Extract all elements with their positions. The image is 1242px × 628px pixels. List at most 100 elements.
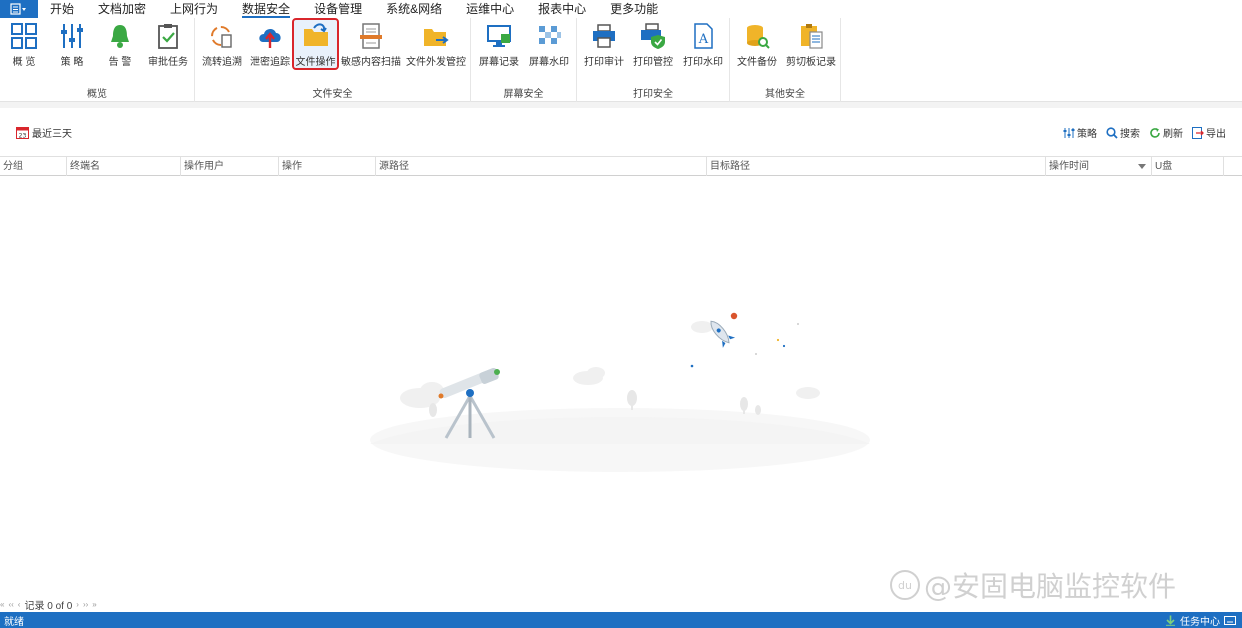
sensitive-scan-label: 敏感内容扫描 (341, 57, 401, 68)
flow-trace-label: 流转追溯 (202, 57, 242, 68)
tab-more-features[interactable]: 更多功能 (598, 0, 670, 18)
print-audit-button[interactable]: 打印审计 (582, 22, 626, 68)
date-filter-label: 最近三天 (32, 129, 72, 140)
screen-watermark-button[interactable]: 屏幕水印 (526, 22, 572, 68)
print-audit-label: 打印审计 (584, 57, 624, 68)
tab-system-network[interactable]: 系统&网络 (374, 0, 454, 18)
refresh-label: 刷新 (1163, 129, 1183, 140)
file-outbound-control-label: 文件外发管控 (406, 57, 466, 68)
sensitive-scan-button[interactable]: 敏感内容扫描 (340, 22, 402, 68)
column-header-operation-time[interactable]: 操作时间 (1046, 157, 1152, 176)
empty-state-illustration (370, 312, 870, 472)
sort-dropdown-icon[interactable] (1138, 164, 1146, 169)
strategy-label: 策 略 (60, 57, 84, 68)
folder-send-icon (421, 22, 451, 50)
first-page-icon[interactable]: « (0, 600, 4, 609)
status-text: 就绪 (4, 616, 24, 628)
menu-bar: 开始 文档加密 上网行为 数据安全 设备管理 系统&网络 运维中心 报表中心 更… (0, 0, 1242, 18)
toolbar: 23 最近三天 策略 搜索 刷新 导出 (0, 108, 1242, 156)
tab-data-security[interactable]: 数据安全 (230, 0, 302, 18)
ribbon-group-screen-security-label: 屏幕安全 (503, 89, 544, 100)
refresh-button[interactable]: 刷新 (1149, 125, 1183, 140)
alert-button[interactable]: 告 警 (100, 22, 140, 68)
strategy-tool-button[interactable]: 策略 (1063, 125, 1097, 140)
flow-trace-button[interactable]: 流转追溯 (199, 22, 245, 68)
status-bar: 就绪 任务中心 (0, 612, 1242, 628)
tab-report-center[interactable]: 报表中心 (526, 0, 598, 18)
search-button[interactable]: 搜索 (1106, 125, 1140, 140)
next-page-icon[interactable]: › (76, 600, 79, 609)
task-center-button[interactable]: 任务中心 (1165, 613, 1242, 628)
overview-button[interactable]: 概 览 (4, 22, 44, 68)
clipboard-check-icon (153, 22, 183, 50)
ribbon: 概 览 策 略 告 警 审批任务 概览 流转追溯 泄密追踪 文件操作 敏感内容扫… (0, 18, 1242, 102)
file-backup-button[interactable]: 文件备份 (734, 22, 780, 68)
search-label: 搜索 (1120, 129, 1140, 140)
strategy-tool-label: 策略 (1077, 129, 1097, 140)
screen-record-label: 屏幕记录 (479, 57, 519, 68)
export-button[interactable]: 导出 (1192, 125, 1226, 140)
checker-watermark-icon (534, 22, 564, 50)
monitor-icon (484, 22, 514, 50)
column-header-terminal[interactable]: 终端名 (67, 157, 181, 176)
clipboard-icon (796, 22, 826, 50)
tab-doc-encryption[interactable]: 文档加密 (86, 0, 158, 18)
ribbon-group-screen-security: 屏幕记录 屏幕水印 屏幕安全 (471, 18, 577, 102)
svg-text:23: 23 (19, 133, 27, 140)
clipboard-record-button[interactable]: 剪切板记录 (784, 22, 838, 68)
print-control-label: 打印管控 (633, 57, 673, 68)
toolbar-actions: 策略 搜索 刷新 导出 (1063, 125, 1226, 140)
date-filter-button[interactable]: 23 最近三天 (16, 125, 72, 140)
print-watermark-button[interactable]: A 打印水印 (681, 22, 725, 68)
prev-group-icon[interactable]: ‹‹ (8, 600, 13, 609)
printer-shield-icon (638, 22, 668, 50)
column-header-group[interactable]: 分组 (0, 157, 67, 176)
ribbon-group-other-security-label: 其他安全 (765, 89, 805, 100)
cloud-upload-icon (255, 22, 285, 50)
search-icon (1106, 126, 1118, 139)
print-watermark-label: 打印水印 (683, 57, 723, 68)
file-operation-button[interactable]: 文件操作 (292, 18, 339, 70)
column-header-operation[interactable]: 操作 (279, 157, 376, 176)
strategy-button[interactable]: 策 略 (52, 22, 92, 68)
record-count: 记录 0 of 0 (24, 600, 73, 612)
document-letter-icon: A (688, 22, 718, 50)
watermark: du @安固电脑监控软件 (890, 565, 1176, 605)
tab-start[interactable]: 开始 (38, 0, 86, 18)
export-label: 导出 (1206, 129, 1226, 140)
ribbon-group-file-security: 流转追溯 泄密追踪 文件操作 敏感内容扫描 文件外发管控 文件安全 (195, 18, 471, 102)
last-page-icon[interactable]: » (92, 600, 96, 609)
column-header-target-path[interactable]: 目标路径 (707, 157, 1046, 176)
tab-ops-center[interactable]: 运维中心 (454, 0, 526, 18)
document-scan-icon (356, 22, 386, 50)
tab-web-behavior[interactable]: 上网行为 (158, 0, 230, 18)
keyboard-icon (1224, 615, 1236, 625)
pager: « ‹‹ ‹ 记录 0 of 0 › ›› » (0, 597, 97, 612)
folder-arrow-icon (301, 20, 331, 50)
dashboard-icon (9, 22, 39, 50)
ribbon-group-print-security-label: 打印安全 (633, 89, 673, 100)
app-menu-button[interactable] (0, 0, 38, 18)
prev-page-icon[interactable]: ‹ (18, 600, 21, 609)
clipboard-record-label: 剪切板记录 (786, 57, 836, 68)
grid-header: 分组 终端名 操作用户 操作 源路径 目标路径 操作时间 U盘 (0, 156, 1242, 176)
column-header-user[interactable]: 操作用户 (181, 157, 279, 176)
file-backup-label: 文件备份 (737, 57, 777, 68)
sliders-icon (57, 22, 87, 50)
sliders-icon (1063, 127, 1075, 138)
leak-trace-button[interactable]: 泄密追踪 (247, 22, 293, 68)
flow-trace-icon (207, 22, 237, 50)
file-outbound-control-button[interactable]: 文件外发管控 (404, 22, 468, 68)
ribbon-group-overview: 概 览 策 略 告 警 审批任务 概览 (0, 18, 195, 102)
next-group-icon[interactable]: ›› (83, 600, 88, 609)
column-header-usb[interactable]: U盘 (1152, 157, 1224, 176)
tab-device-management[interactable]: 设备管理 (302, 0, 374, 18)
download-arrow-icon (1166, 615, 1175, 626)
paw-logo-icon: du (890, 570, 920, 600)
overview-label: 概 览 (12, 57, 36, 68)
screen-record-button[interactable]: 屏幕记录 (477, 22, 521, 68)
print-control-button[interactable]: 打印管控 (631, 22, 675, 68)
approval-task-button[interactable]: 审批任务 (146, 22, 190, 68)
export-icon (1192, 126, 1204, 139)
column-header-source-path[interactable]: 源路径 (376, 157, 707, 176)
